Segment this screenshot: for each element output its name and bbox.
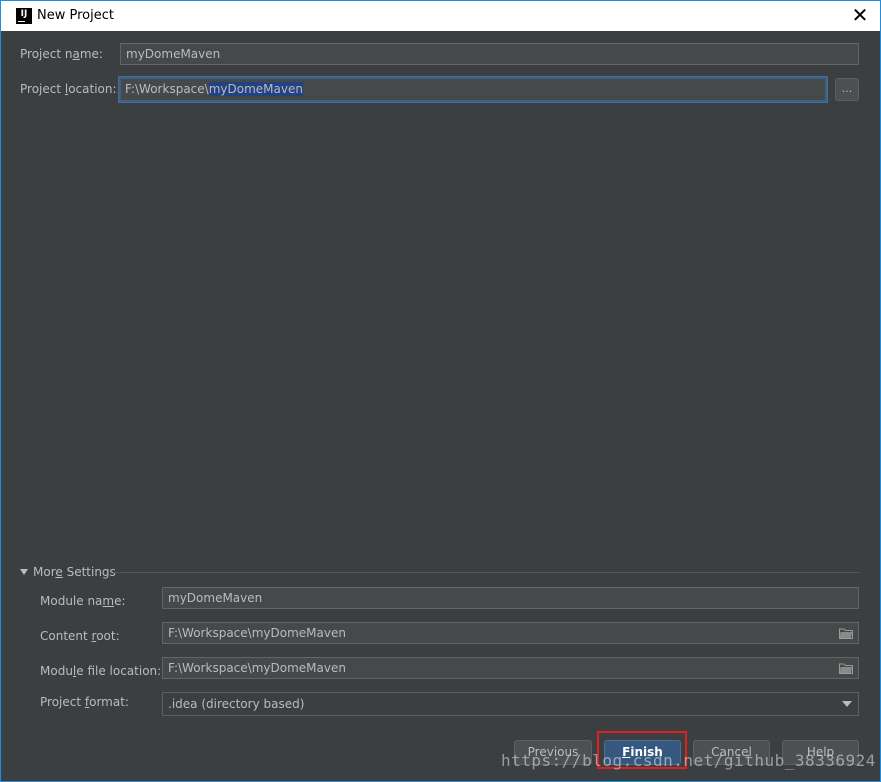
project-name-label: Project name: bbox=[20, 47, 103, 61]
intellij-app-icon: IJ bbox=[16, 8, 32, 24]
more-settings-label-post: Settings bbox=[62, 565, 116, 579]
project-location-label-pre: Project bbox=[20, 82, 65, 96]
more-settings-label-mnemonic: e bbox=[55, 565, 63, 579]
project-format-label: Project format: bbox=[40, 695, 129, 709]
project-location-input[interactable]: F:\Workspace\myDomeMaven bbox=[119, 77, 827, 102]
module-file-location-label-pre: Modu bbox=[40, 664, 73, 678]
watermark-text: https://blog.csdn.net/github_38336924 bbox=[501, 751, 876, 770]
project-format-value: .idea (directory based) bbox=[168, 697, 305, 711]
project-name-label-pre: Project n bbox=[20, 47, 73, 61]
new-project-dialog: IJ New Project ✕ Project name: myDomeMav… bbox=[0, 0, 881, 782]
module-name-label-pre: Module na bbox=[40, 594, 103, 608]
project-name-label-mnemonic: a bbox=[72, 47, 80, 61]
module-file-location-label-post: e file location: bbox=[76, 664, 162, 678]
project-name-input[interactable]: myDomeMaven bbox=[120, 43, 859, 65]
project-name-label-post: me: bbox=[79, 47, 103, 61]
module-file-location-label: Module file location: bbox=[40, 664, 161, 678]
collapse-triangle-icon bbox=[20, 569, 28, 575]
module-name-label-post: e: bbox=[114, 594, 126, 608]
project-location-value-selected: myDomeMaven bbox=[208, 82, 303, 96]
project-location-value-prefix: F:\Workspace\ bbox=[125, 82, 209, 96]
chevron-down-icon bbox=[842, 701, 852, 707]
project-name-value: myDomeMaven bbox=[126, 47, 221, 61]
content-root-label: Content root: bbox=[40, 629, 120, 643]
more-settings-label: More Settings bbox=[33, 565, 116, 579]
window-title: New Project bbox=[37, 8, 114, 23]
project-format-label-post: ormat: bbox=[89, 695, 129, 709]
app-icon-bar bbox=[18, 21, 25, 22]
project-format-label-pre: Project bbox=[40, 695, 85, 709]
more-settings-label-pre: Mor bbox=[33, 565, 56, 579]
module-file-location-value: F:\Workspace\myDomeMaven bbox=[168, 661, 346, 675]
module-name-input[interactable]: myDomeMaven bbox=[162, 587, 859, 609]
folder-icon[interactable] bbox=[839, 662, 853, 674]
project-location-label: Project location: bbox=[20, 82, 117, 96]
project-format-select[interactable]: .idea (directory based) bbox=[162, 692, 859, 716]
module-name-value: myDomeMaven bbox=[168, 591, 263, 605]
module-name-label: Module name: bbox=[40, 594, 126, 608]
close-button[interactable]: ✕ bbox=[848, 4, 872, 28]
content-root-label-pre: Content bbox=[40, 629, 92, 643]
more-settings-divider bbox=[113, 572, 859, 573]
module-name-label-mnemonic: m bbox=[102, 594, 115, 608]
content-root-value: F:\Workspace\myDomeMaven bbox=[168, 626, 346, 640]
module-file-location-input[interactable]: F:\Workspace\myDomeMaven bbox=[162, 657, 859, 679]
app-icon-glyph: IJ bbox=[20, 9, 28, 19]
content-root-label-post: oot: bbox=[96, 629, 120, 643]
folder-icon[interactable] bbox=[839, 627, 853, 639]
title-bar: IJ New Project ✕ bbox=[1, 1, 880, 31]
content-root-input[interactable]: F:\Workspace\myDomeMaven bbox=[162, 622, 859, 644]
project-location-label-post: ocation: bbox=[68, 82, 117, 96]
browse-location-button[interactable]: ... bbox=[835, 78, 859, 101]
